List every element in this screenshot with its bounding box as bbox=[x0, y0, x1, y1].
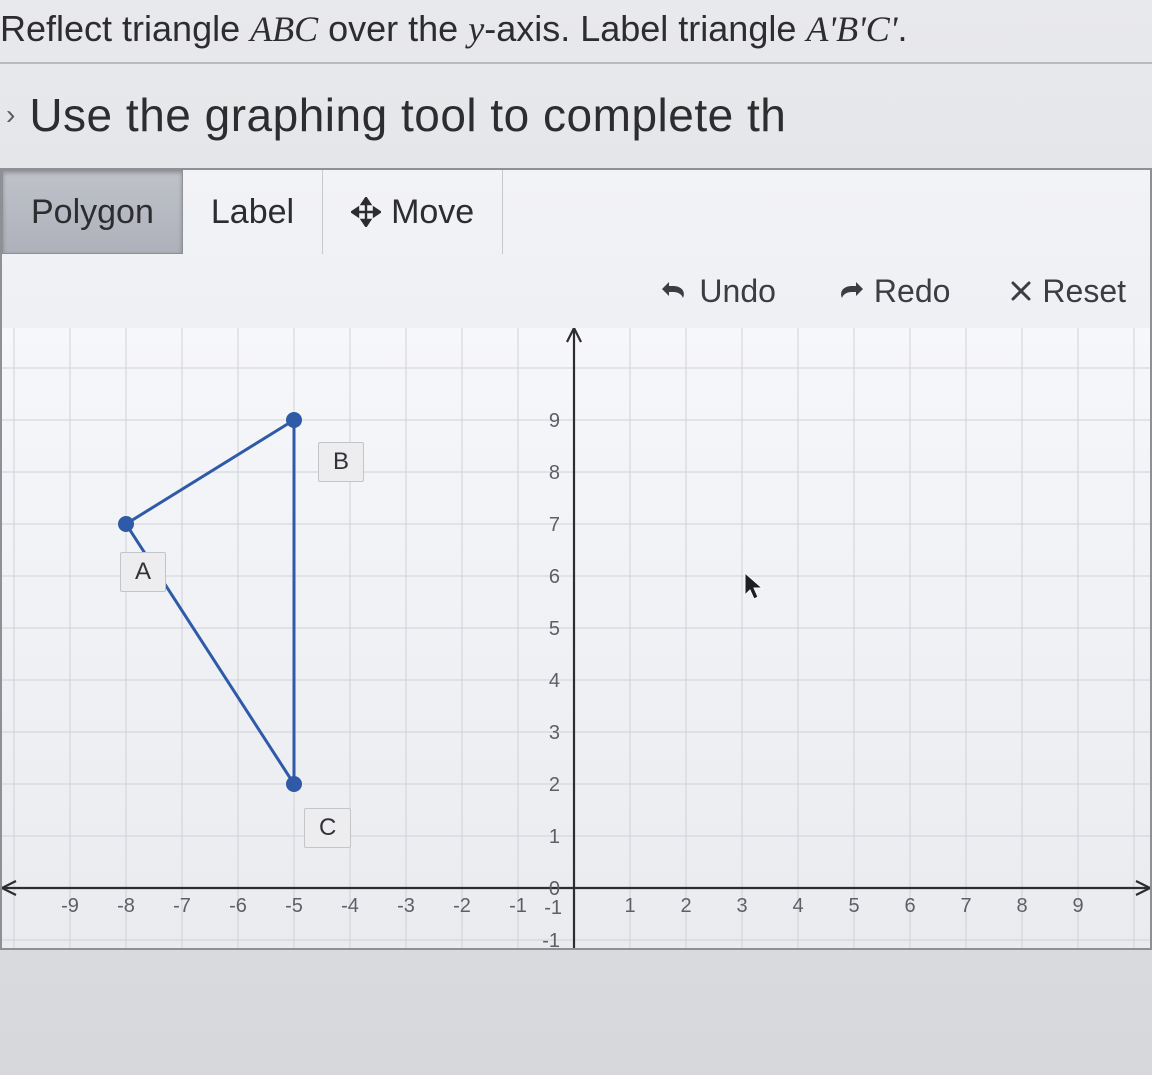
text-segment: Reflect triangle bbox=[0, 8, 250, 49]
graph-svg: -9-8-7-6-5-4-3-2-1123456789-2-1123456789… bbox=[2, 328, 1150, 948]
svg-text:-4: -4 bbox=[341, 895, 359, 917]
svg-text:6: 6 bbox=[904, 895, 915, 917]
redo-button[interactable]: Redo bbox=[836, 273, 951, 310]
graphing-tool-panel: Polygon Label bbox=[0, 168, 1152, 950]
triangle-name: ABC bbox=[250, 9, 318, 49]
redo-icon bbox=[836, 280, 864, 302]
svg-text:5: 5 bbox=[848, 895, 859, 917]
svg-text:-6: -6 bbox=[229, 895, 247, 917]
svg-text:-1: -1 bbox=[544, 897, 562, 919]
undo-icon bbox=[661, 280, 689, 302]
svg-text:-1: -1 bbox=[542, 930, 560, 948]
triangle-prime-name: A'B'C' bbox=[806, 9, 897, 49]
svg-text:5: 5 bbox=[549, 618, 560, 640]
svg-text:9: 9 bbox=[549, 410, 560, 432]
reset-button[interactable]: Reset bbox=[1010, 273, 1126, 310]
svg-text:8: 8 bbox=[1016, 895, 1027, 917]
reset-label: Reset bbox=[1042, 273, 1126, 310]
svg-text:9: 9 bbox=[1072, 895, 1083, 917]
move-tool-button[interactable]: Move bbox=[323, 170, 503, 254]
svg-text:3: 3 bbox=[549, 722, 560, 744]
svg-text:-2: -2 bbox=[453, 895, 471, 917]
instruction-text: Use the graphing tool to complete th bbox=[29, 88, 786, 142]
svg-text:2: 2 bbox=[680, 895, 691, 917]
redo-label: Redo bbox=[874, 273, 951, 310]
vertex-label-b[interactable]: B bbox=[318, 442, 364, 482]
svg-text:7: 7 bbox=[549, 514, 560, 536]
problem-statement: Reflect triangle ABC over the y-axis. La… bbox=[0, 0, 1152, 64]
vertex-label-c[interactable]: C bbox=[304, 808, 351, 848]
history-bar: Undo Redo Reset bbox=[2, 254, 1150, 328]
svg-text:1: 1 bbox=[624, 895, 635, 917]
text-segment: -axis. Label triangle bbox=[484, 8, 806, 49]
undo-button[interactable]: Undo bbox=[661, 273, 776, 310]
instruction-row: › Use the graphing tool to complete th bbox=[0, 64, 1152, 168]
svg-text:-3: -3 bbox=[397, 895, 415, 917]
svg-text:-9: -9 bbox=[61, 895, 79, 917]
vertex-label-a[interactable]: A bbox=[120, 552, 166, 592]
mouse-cursor-icon bbox=[744, 572, 766, 607]
svg-text:-8: -8 bbox=[117, 895, 135, 917]
undo-label: Undo bbox=[699, 273, 776, 310]
polygon-tool-label: Polygon bbox=[31, 193, 154, 232]
coordinate-graph[interactable]: -9-8-7-6-5-4-3-2-1123456789-2-1123456789… bbox=[2, 328, 1150, 948]
svg-text:6: 6 bbox=[549, 566, 560, 588]
reset-icon bbox=[1010, 280, 1032, 302]
drawing-toolbar: Polygon Label bbox=[2, 170, 1150, 254]
svg-text:-5: -5 bbox=[285, 895, 303, 917]
svg-text:4: 4 bbox=[549, 670, 560, 692]
text-segment: . bbox=[897, 8, 907, 49]
svg-text:4: 4 bbox=[792, 895, 803, 917]
label-tool-label: Label bbox=[211, 193, 294, 232]
svg-text:1: 1 bbox=[549, 826, 560, 848]
svg-text:8: 8 bbox=[549, 462, 560, 484]
svg-text:-7: -7 bbox=[173, 895, 191, 917]
svg-text:7: 7 bbox=[960, 895, 971, 917]
svg-text:2: 2 bbox=[549, 774, 560, 796]
caret-icon: › bbox=[6, 99, 15, 131]
polygon-tool-button[interactable]: Polygon bbox=[2, 170, 183, 254]
svg-text:3: 3 bbox=[736, 895, 747, 917]
text-segment: over the bbox=[318, 8, 468, 49]
label-tool-button[interactable]: Label bbox=[183, 170, 323, 254]
axis-name: y bbox=[468, 9, 484, 49]
svg-text:-1: -1 bbox=[509, 895, 527, 917]
move-tool-label: Move bbox=[391, 193, 474, 232]
move-icon bbox=[351, 197, 381, 227]
